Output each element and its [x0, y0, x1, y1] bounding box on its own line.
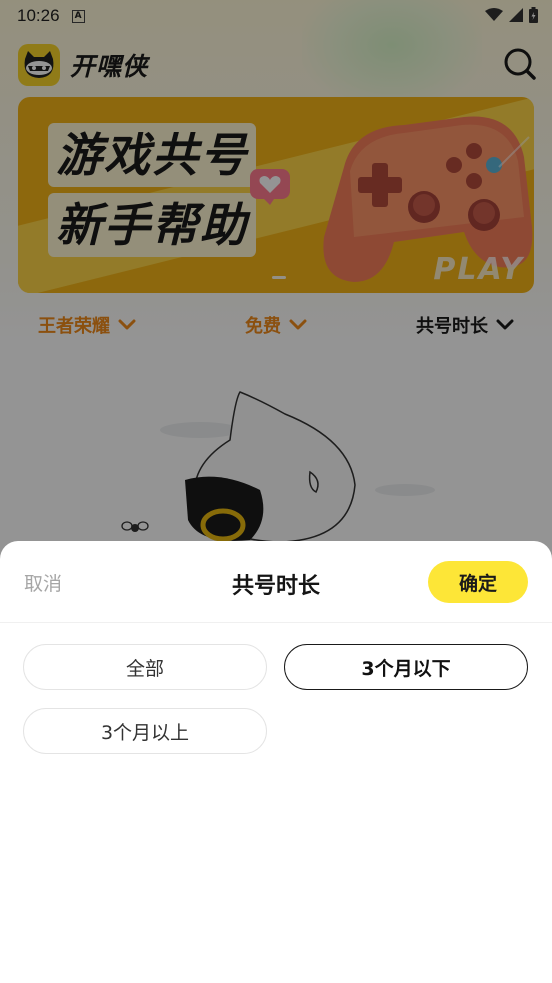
duration-picker-sheet: 取消 共号时长 确定 全部 3个月以下 3个月以上	[0, 541, 552, 983]
option-all[interactable]: 全部	[23, 644, 267, 690]
confirm-button[interactable]: 确定	[428, 561, 528, 603]
option-over-3-months[interactable]: 3个月以上	[23, 708, 267, 754]
duration-options: 全部 3个月以下 3个月以上	[23, 644, 529, 754]
sheet-header: 取消 共号时长 确定	[0, 541, 552, 623]
option-under-3-months[interactable]: 3个月以下	[284, 644, 528, 690]
